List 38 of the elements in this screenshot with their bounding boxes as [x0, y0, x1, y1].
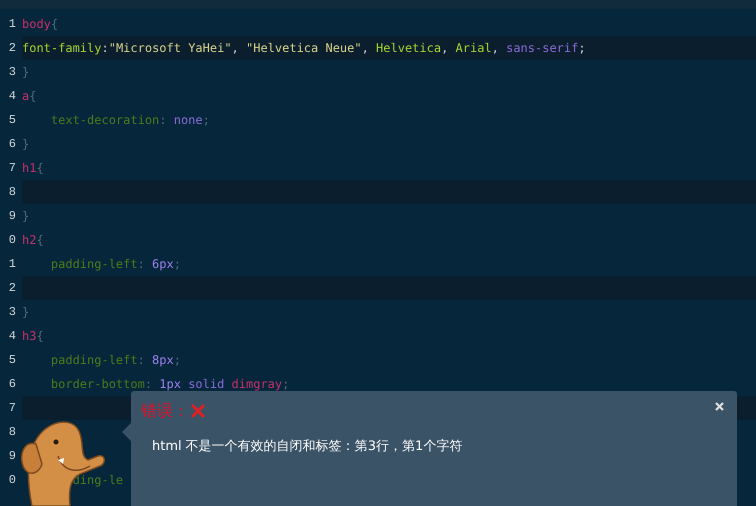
line-number: 0: [8, 472, 16, 489]
error-message: html 不是一个有效的自闭和标签：第3行，第1个字符: [152, 438, 464, 456]
code-line: }: [22, 136, 30, 153]
cross-icon: [191, 404, 205, 418]
line-number: 2: [8, 280, 16, 297]
error-title: 错误：: [141, 400, 189, 422]
line-number: 5: [8, 352, 16, 369]
line-number: 8: [8, 184, 16, 201]
code-line: }: [22, 64, 30, 81]
code-line: text-decoration: none;: [50, 112, 211, 129]
code-line: border-bottom: 1px solid dimgray;: [50, 376, 290, 393]
line-number: 7: [8, 160, 16, 177]
code-line: }: [22, 208, 30, 225]
line-number: 5: [8, 112, 16, 129]
line-number: 1: [8, 256, 16, 273]
line-number: 6: [8, 136, 16, 153]
code-line: ding-le: [72, 472, 124, 489]
line-number: 3: [8, 64, 16, 81]
line-number: 4: [8, 88, 16, 105]
line-number: 9: [8, 208, 16, 225]
line-number: 9: [8, 448, 16, 465]
line-number: 7: [8, 400, 16, 417]
code-line: h1{: [22, 160, 45, 177]
code-line: h2{: [22, 232, 45, 249]
line-number: 1: [8, 16, 16, 33]
line-number: 6: [8, 376, 16, 393]
code-line: padding-left: 6px;: [50, 256, 182, 273]
code-line: }: [22, 304, 30, 321]
code-line: padding-left: 8px;: [50, 352, 182, 369]
line-number: 3: [8, 304, 16, 321]
line-number: 2: [8, 40, 16, 57]
code-line: h3{: [22, 328, 45, 345]
code-line: a{: [22, 88, 38, 105]
line-number: 0: [8, 232, 16, 249]
line-number: 8: [8, 424, 16, 441]
close-icon[interactable]: [715, 402, 724, 411]
code-line: body{: [22, 16, 60, 33]
line-number: 4: [8, 328, 16, 345]
